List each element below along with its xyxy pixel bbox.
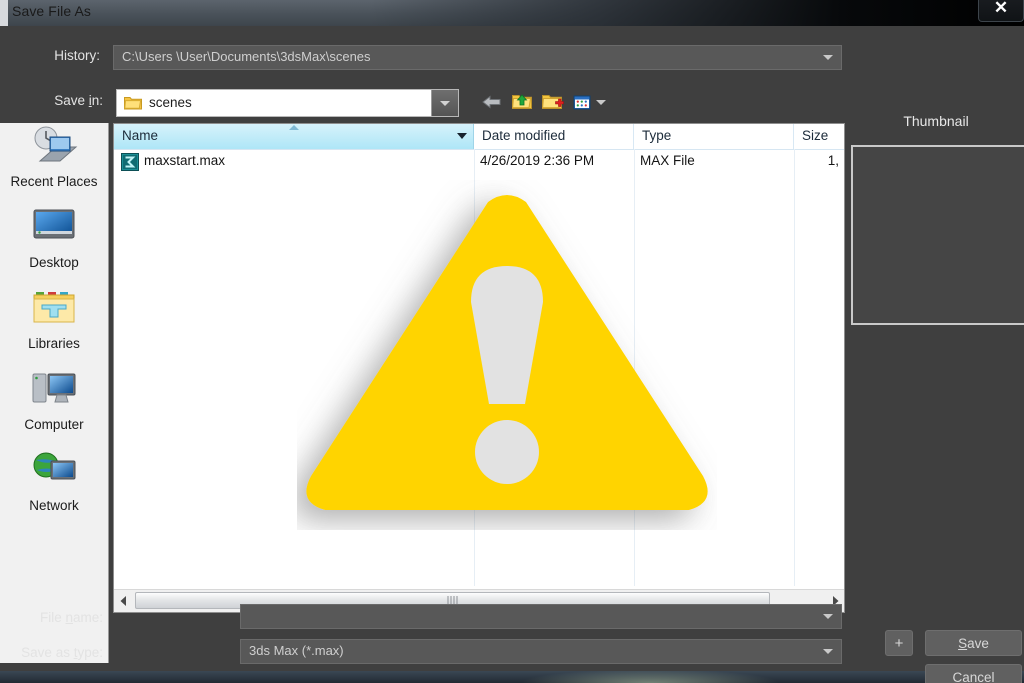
save-in-combo[interactable]: scenes (116, 89, 459, 117)
max-file-icon (121, 153, 139, 171)
screen: Save File As ✕ History: C:\Users \User\D… (0, 0, 1024, 683)
cell-name: maxstart.max (144, 153, 226, 168)
place-item-network[interactable]: Network (0, 443, 108, 524)
save-file-as-dialog: Save File As ✕ History: C:\Users \User\D… (0, 0, 1024, 683)
places-sidebar: Recent Places Desktop Libraries Computer… (0, 123, 109, 663)
place-item-recent-places[interactable]: Recent Places (0, 119, 108, 200)
place-item-desktop[interactable]: Desktop (0, 200, 108, 281)
chevron-down-icon[interactable] (823, 614, 833, 619)
column-divider (794, 149, 795, 586)
column-divider (634, 149, 635, 586)
views-icon[interactable] (570, 89, 594, 115)
cell-type: MAX File (640, 153, 695, 168)
save-as-type-label: Save as type: (21, 645, 103, 660)
folder-icon (124, 95, 142, 110)
chevron-down-icon[interactable] (823, 649, 833, 654)
column-header-type[interactable]: Type (634, 124, 794, 149)
chevron-down-icon (823, 55, 833, 60)
file-name-label: File name: (39, 610, 103, 625)
column-divider (474, 149, 475, 586)
file-list[interactable]: Name Date modified Type Size maxstart.ma… (113, 123, 845, 613)
save-in-value: scenes (149, 95, 192, 110)
cell-size: 1, (827, 153, 839, 168)
sort-ascending-icon (288, 125, 299, 130)
place-label: Recent Places (10, 174, 98, 189)
history-value: C:\Users \User\Documents\3dsMax\scenes (122, 49, 371, 64)
chevron-down-icon[interactable] (457, 133, 467, 139)
file-list-header: Name Date modified Type Size (114, 124, 844, 150)
app-background-glow (520, 669, 780, 683)
back-arrow-icon[interactable] (480, 89, 504, 115)
libraries-icon (28, 285, 80, 336)
place-item-libraries[interactable]: Libraries (0, 281, 108, 362)
app-background-bottom-strip (0, 671, 1024, 683)
history-label: History: (54, 48, 100, 63)
dialog-title: Save File As (12, 3, 92, 19)
thumbnail-preview (851, 145, 1024, 325)
cell-date-modified: 4/26/2019 2:36 PM (480, 153, 595, 168)
save-as-type-value: 3ds Max (*.max) (249, 643, 344, 658)
column-header-size[interactable]: Size (794, 124, 844, 149)
close-button[interactable]: ✕ (978, 0, 1024, 22)
recent-places-icon (26, 123, 82, 176)
dialog-titlebar[interactable]: Save File As (0, 0, 1024, 26)
place-label: Computer (24, 417, 84, 432)
place-item-computer[interactable]: Computer (0, 362, 108, 443)
titlebar-fade (370, 0, 1024, 26)
titlebar-accent (0, 0, 8, 26)
add-button[interactable]: + (885, 630, 913, 656)
save-button[interactable]: Save (925, 630, 1022, 656)
history-combo[interactable]: C:\Users \User\Documents\3dsMax\scenes (113, 45, 842, 70)
views-dropdown-icon[interactable] (596, 100, 606, 105)
chevron-down-icon (440, 101, 450, 106)
desktop-icon (28, 204, 80, 255)
scroll-left-button[interactable] (114, 590, 133, 611)
place-label: Desktop (29, 255, 79, 270)
column-header-date-modified[interactable]: Date modified (474, 124, 634, 149)
thumbnail-title: Thumbnail (903, 113, 969, 129)
computer-icon (27, 366, 81, 417)
new-folder-icon[interactable] (540, 89, 564, 115)
save-in-dropdown-button[interactable] (431, 90, 458, 116)
save-as-type-select[interactable]: 3ds Max (*.max) (240, 639, 842, 664)
network-icon (27, 447, 81, 498)
cancel-button[interactable]: Cancel (925, 664, 1022, 683)
save-in-label: Save in: (54, 93, 103, 108)
column-header-name[interactable]: Name (114, 124, 474, 149)
file-name-input[interactable] (240, 604, 842, 629)
dialog-body: History: C:\Users \User\Documents\3dsMax… (0, 26, 1024, 683)
place-label: Network (29, 498, 79, 513)
place-label: Libraries (28, 336, 80, 351)
up-one-level-icon[interactable] (510, 89, 534, 115)
table-row[interactable]: maxstart.max 4/26/2019 2:36 PM MAX File … (114, 149, 844, 175)
